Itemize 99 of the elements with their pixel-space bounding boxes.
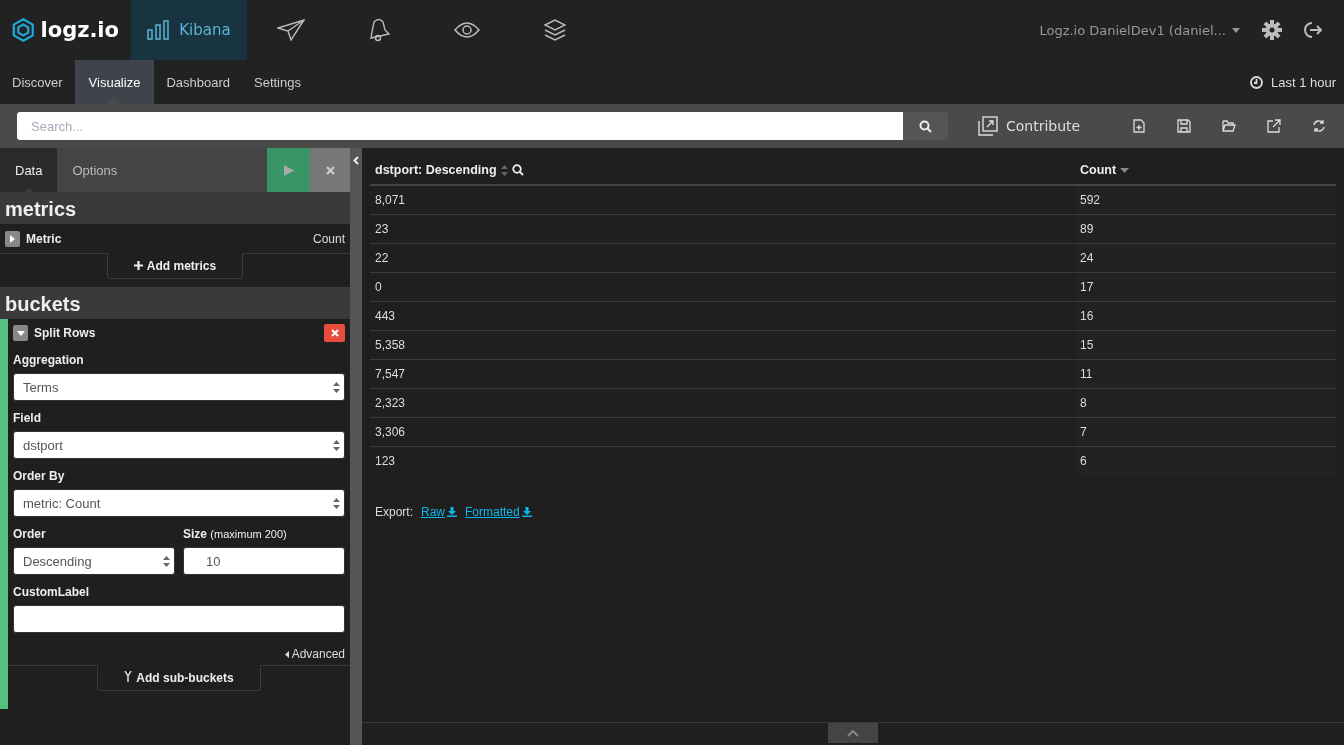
sort-arrows-icon xyxy=(333,439,340,451)
search-button[interactable] xyxy=(903,112,948,140)
field-label: Size (maximum 200) xyxy=(183,527,288,541)
sort-arrows-icon xyxy=(163,555,170,567)
select-field[interactable]: dstport xyxy=(13,431,345,459)
table-cell: 2,323 xyxy=(375,396,406,410)
caret-left-icon xyxy=(284,650,289,658)
cube-logo-icon xyxy=(12,16,35,44)
table-cell: 592 xyxy=(1080,193,1101,207)
table-cell: 7 xyxy=(1080,425,1087,439)
field-label: Aggregation xyxy=(13,353,85,367)
metric-label: Metric xyxy=(26,231,62,246)
close-icon xyxy=(330,329,339,337)
chevron-up-icon xyxy=(847,729,859,737)
caret-down-icon xyxy=(16,330,25,336)
account-dropdown[interactable]: Logz.io DanielDev1 (daniel... xyxy=(1039,22,1240,38)
table-cell: 17 xyxy=(1080,280,1094,294)
paper-plane-icon[interactable] xyxy=(277,19,305,41)
toggle-button[interactable] xyxy=(5,230,20,247)
table-cell: 23 xyxy=(375,222,389,236)
search-icon xyxy=(511,164,524,176)
search-icon xyxy=(919,119,932,133)
advanced-toggle[interactable]: Advanced xyxy=(13,647,345,661)
input-field[interactable] xyxy=(13,605,345,633)
play-icon xyxy=(283,164,294,176)
table-cell: 8,071 xyxy=(375,193,406,207)
field-label: Order By xyxy=(13,469,66,483)
bucket-label: Split Rows xyxy=(34,326,96,340)
clock-icon xyxy=(1249,75,1263,89)
save-icon[interactable] xyxy=(1177,119,1192,133)
column-header[interactable]: dstport: Descending xyxy=(375,163,524,177)
close-icon xyxy=(325,165,335,175)
app-tab[interactable]: Kibana xyxy=(131,0,247,60)
toggle-button[interactable] xyxy=(13,325,28,341)
select-field[interactable]: Terms xyxy=(13,373,345,401)
table-cell: 22 xyxy=(375,251,389,265)
table-cell: 16 xyxy=(1080,309,1094,323)
table-cell: 24 xyxy=(1080,251,1094,265)
export-label: Export: xyxy=(375,505,413,519)
bar-chart-icon xyxy=(147,20,170,40)
sort-arrows-icon xyxy=(500,164,508,176)
contribute-button[interactable]: Contribute xyxy=(978,116,1081,136)
table-cell: 6 xyxy=(1080,454,1087,468)
nav-tab[interactable]: Visualize xyxy=(74,60,155,104)
table-cell: 3,306 xyxy=(375,425,406,439)
table-cell: 5,358 xyxy=(375,338,406,352)
panel-tab[interactable]: Data xyxy=(0,148,58,192)
add-sub-buckets-button[interactable]: Add sub-buckets xyxy=(97,665,261,691)
hint-text: (maximum 200) xyxy=(210,528,287,540)
collapse-handle[interactable] xyxy=(350,148,362,745)
table-cell: 0 xyxy=(375,280,382,294)
section-heading: buckets xyxy=(0,287,350,319)
table-cell: 123 xyxy=(375,454,396,468)
folder-icon[interactable] xyxy=(1222,119,1237,133)
table-cell: 11 xyxy=(1080,367,1093,381)
external-windows-icon xyxy=(978,116,998,136)
logout-icon[interactable] xyxy=(1304,21,1322,39)
panel-tab[interactable]: Options xyxy=(57,148,133,192)
new-file-icon[interactable] xyxy=(1132,119,1147,133)
sort-arrows-icon xyxy=(333,381,340,393)
eye-icon[interactable] xyxy=(454,21,480,39)
table-cell: 89 xyxy=(1080,222,1094,236)
nav-tab[interactable]: Dashboard xyxy=(154,60,242,104)
nav-tab[interactable]: Settings xyxy=(242,60,313,104)
download-icon xyxy=(447,507,458,517)
input-field[interactable]: 10 xyxy=(183,547,345,575)
field-label: CustomLabel xyxy=(13,585,90,599)
export-link[interactable]: Raw xyxy=(421,505,458,519)
logo-text: logz.io xyxy=(40,18,119,42)
table-cell: 443 xyxy=(375,309,396,323)
layers-icon[interactable] xyxy=(544,19,566,41)
export-link[interactable]: Formatted xyxy=(465,505,532,519)
section-heading: metrics xyxy=(0,192,350,224)
select-field[interactable]: Descending xyxy=(13,547,175,575)
external-link-icon[interactable] xyxy=(1267,119,1282,133)
bell-icon[interactable] xyxy=(368,18,390,42)
download-icon xyxy=(521,507,532,517)
branch-icon xyxy=(124,671,133,682)
add-metrics-button[interactable]: Add metrics xyxy=(106,253,244,279)
select-field[interactable]: metric: Count xyxy=(13,489,345,517)
caret-right-icon xyxy=(10,234,15,243)
search-field[interactable]: Search... xyxy=(17,112,903,140)
sort-arrows-icon xyxy=(333,497,340,509)
chevron-left-icon xyxy=(353,156,359,165)
field-label: Field xyxy=(13,411,42,425)
column-header[interactable]: Count xyxy=(1080,163,1130,177)
plus-icon xyxy=(133,261,143,270)
caret-down-icon xyxy=(1120,167,1130,173)
table-cell: 8 xyxy=(1080,396,1087,410)
table-cell: 7,547 xyxy=(375,367,406,381)
remove-button[interactable] xyxy=(324,324,345,342)
time-range-link[interactable]: Last 1 hour xyxy=(1270,74,1336,90)
settings-icon[interactable] xyxy=(1262,20,1282,40)
caret-down-icon xyxy=(1232,27,1240,33)
table-cell: 15 xyxy=(1080,338,1094,352)
metric-value: Count xyxy=(312,231,345,246)
refresh-icon[interactable] xyxy=(1312,119,1327,133)
field-label: Order xyxy=(13,527,47,541)
nav-tab[interactable]: Discover xyxy=(0,60,75,104)
